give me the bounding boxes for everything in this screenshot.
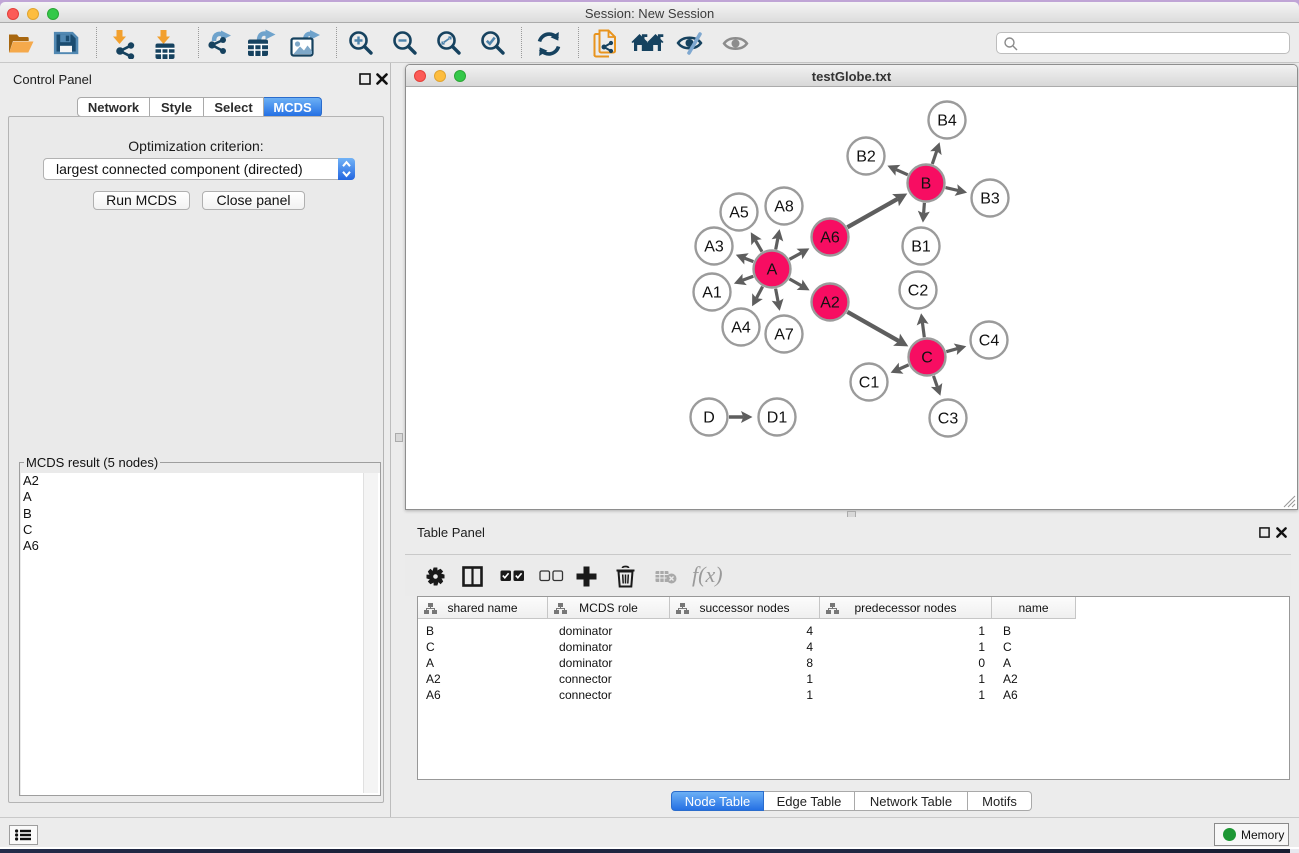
svg-text:A2: A2 <box>820 295 840 312</box>
svg-text:A: A <box>767 262 778 279</box>
svg-text:B3: B3 <box>980 191 1000 208</box>
svg-text:A4: A4 <box>731 320 751 337</box>
svg-text:D1: D1 <box>767 410 788 427</box>
svg-text:A6: A6 <box>820 230 840 247</box>
svg-text:A1: A1 <box>702 285 722 302</box>
svg-text:B4: B4 <box>937 113 957 130</box>
svg-text:C2: C2 <box>908 283 929 300</box>
svg-text:B: B <box>921 176 932 193</box>
svg-text:D: D <box>703 410 715 427</box>
svg-text:B1: B1 <box>911 239 931 256</box>
svg-text:C4: C4 <box>979 333 1000 350</box>
svg-text:A8: A8 <box>774 199 794 216</box>
svg-text:A5: A5 <box>729 205 749 222</box>
svg-text:C1: C1 <box>859 375 880 392</box>
svg-text:A3: A3 <box>704 239 724 256</box>
svg-text:C: C <box>921 350 933 367</box>
svg-text:A7: A7 <box>774 327 794 344</box>
svg-text:B2: B2 <box>856 149 876 166</box>
svg-text:C3: C3 <box>938 411 959 428</box>
